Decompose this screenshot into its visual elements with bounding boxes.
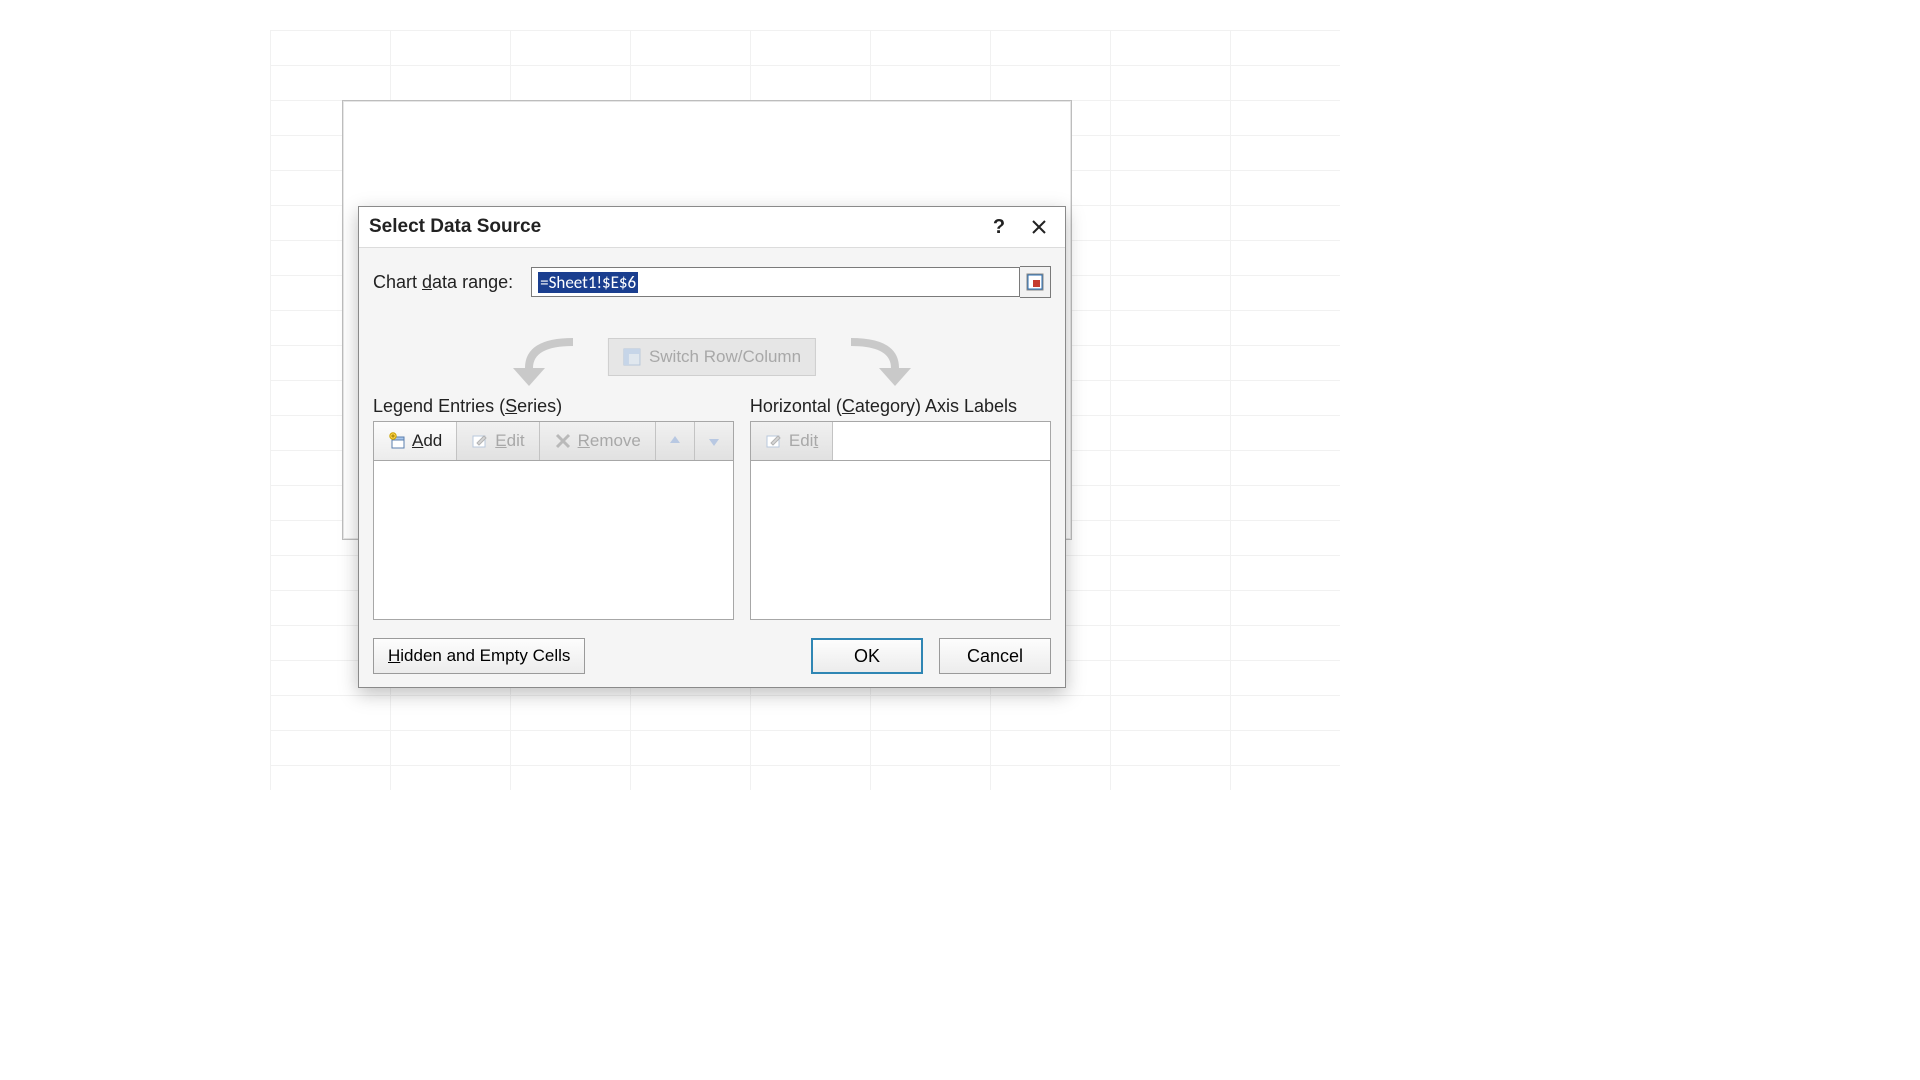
add-series-button[interactable]: Add — [374, 422, 457, 460]
switch-row-column-button: Switch Row/Column — [608, 338, 816, 376]
switch-row-column-icon — [623, 348, 641, 366]
axis-labels-panel: Horizontal (Category) Axis Labels Edit — [750, 396, 1051, 620]
dialog-footer: Hidden and Empty Cells OK Cancel — [373, 638, 1051, 674]
cancel-button[interactable]: Cancel — [939, 638, 1051, 674]
edit-series-button: Edit — [457, 422, 539, 460]
chart-data-range-label: Chart data range: — [373, 272, 513, 293]
axis-toolbar-filler — [833, 422, 1050, 460]
swap-arrow-right-icon — [835, 332, 921, 393]
axis-labels-header: Horizontal (Category) Axis Labels — [750, 396, 1051, 417]
chart-data-range-value: =Sheet1!$E$6 — [538, 272, 638, 293]
dialog-titlebar: Select Data Source ? — [359, 207, 1065, 248]
move-up-button — [656, 422, 695, 460]
range-selector-button[interactable] — [1020, 266, 1051, 298]
switch-row-column-label: Switch Row/Column — [649, 347, 801, 367]
legend-entries-header: Legend Entries (Series) — [373, 396, 734, 417]
legend-series-list[interactable] — [373, 461, 734, 620]
remove-icon — [554, 432, 572, 450]
help-button[interactable]: ? — [979, 211, 1019, 243]
add-icon — [388, 432, 406, 450]
ok-button[interactable]: OK — [811, 638, 923, 674]
legend-entries-panel: Legend Entries (Series) Add — [373, 396, 734, 620]
select-data-source-dialog: Select Data Source ? Chart data range: =… — [358, 206, 1066, 688]
swap-arrow-left-icon — [503, 332, 589, 393]
range-selector-icon — [1026, 273, 1044, 291]
edit-icon — [765, 432, 783, 450]
remove-series-button: Remove — [540, 422, 656, 460]
chart-data-range-input[interactable]: =Sheet1!$E$6 — [531, 267, 1020, 297]
dialog-title: Select Data Source — [369, 216, 541, 238]
hidden-empty-cells-button[interactable]: Hidden and Empty Cells — [373, 638, 585, 674]
switch-row-column-strip: Switch Row/Column — [373, 330, 1051, 386]
edit-icon — [471, 432, 489, 450]
edit-axis-labels-button: Edit — [751, 422, 833, 460]
axis-labels-list[interactable] — [750, 461, 1051, 620]
arrow-down-icon — [705, 432, 723, 450]
close-icon — [1032, 220, 1046, 234]
arrow-up-icon — [666, 432, 684, 450]
chart-data-range-row: Chart data range: =Sheet1!$E$6 — [373, 266, 1051, 298]
axis-toolbar: Edit — [750, 421, 1051, 461]
legend-toolbar: Add Edit — [373, 421, 734, 461]
close-button[interactable] — [1019, 211, 1059, 243]
move-down-button — [695, 422, 733, 460]
